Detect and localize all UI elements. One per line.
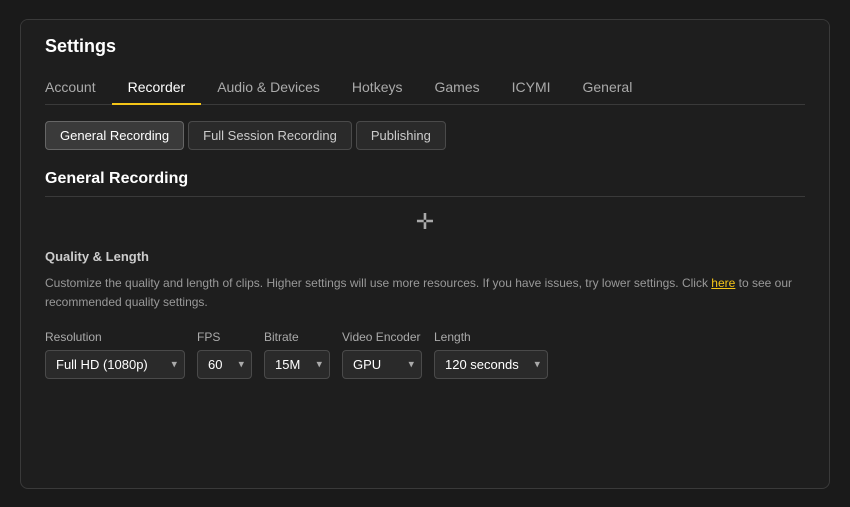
subtab-full-session[interactable]: Full Session Recording: [188, 121, 352, 150]
bitrate-control: Bitrate 5M 10M 15M 20M: [264, 330, 330, 379]
tab-icymi[interactable]: ICYMI: [496, 71, 567, 105]
resolution-label: Resolution: [45, 330, 185, 344]
tab-games[interactable]: Games: [418, 71, 495, 105]
bitrate-dropdown[interactable]: 5M 10M 15M 20M: [264, 350, 330, 379]
bitrate-dropdown-wrapper: 5M 10M 15M 20M: [264, 350, 330, 379]
length-control: Length 30 seconds 60 seconds 120 seconds…: [434, 330, 548, 379]
tab-hotkeys[interactable]: Hotkeys: [336, 71, 419, 105]
resolution-dropdown-wrapper: Full HD (1080p) HD (720p) SD (480p): [45, 350, 185, 379]
tab-audio-devices[interactable]: Audio & Devices: [201, 71, 336, 105]
resolution-control: Resolution Full HD (1080p) HD (720p) SD …: [45, 330, 185, 379]
title-bar: Settings Account Recorder Audio & Device…: [21, 20, 829, 105]
nav-tabs: Account Recorder Audio & Devices Hotkeys…: [45, 71, 805, 105]
length-label: Length: [434, 330, 548, 344]
bitrate-label: Bitrate: [264, 330, 330, 344]
tab-general[interactable]: General: [567, 71, 649, 105]
encoder-label: Video Encoder: [342, 330, 422, 344]
fps-dropdown-wrapper: 30 60: [197, 350, 252, 379]
subtab-publishing[interactable]: Publishing: [356, 121, 446, 150]
controls-row: Resolution Full HD (1080p) HD (720p) SD …: [45, 330, 805, 379]
window-title: Settings: [45, 36, 805, 57]
fps-control: FPS 30 60: [197, 330, 252, 379]
length-dropdown-wrapper: 30 seconds 60 seconds 120 seconds 180 se…: [434, 350, 548, 379]
content-area: General Recording Full Session Recording…: [21, 105, 829, 488]
description-part1: Customize the quality and length of clip…: [45, 276, 711, 290]
quality-settings-link[interactable]: here: [711, 276, 735, 290]
length-dropdown[interactable]: 30 seconds 60 seconds 120 seconds 180 se…: [434, 350, 548, 379]
encoder-dropdown-wrapper: GPU CPU: [342, 350, 422, 379]
settings-window: Settings Account Recorder Audio & Device…: [20, 19, 830, 489]
subtab-general-recording[interactable]: General Recording: [45, 121, 184, 150]
fps-label: FPS: [197, 330, 252, 344]
section-title: General Recording: [45, 170, 805, 197]
sub-tabs: General Recording Full Session Recording…: [45, 121, 805, 150]
crosshair-icon: ✛: [416, 209, 434, 235]
encoder-dropdown[interactable]: GPU CPU: [342, 350, 422, 379]
tab-recorder[interactable]: Recorder: [112, 71, 202, 105]
crosshair-area: ✛: [45, 209, 805, 235]
fps-dropdown[interactable]: 30 60: [197, 350, 252, 379]
encoder-control: Video Encoder GPU CPU: [342, 330, 422, 379]
tab-account[interactable]: Account: [45, 71, 112, 105]
subsection-title: Quality & Length: [45, 249, 805, 264]
resolution-dropdown[interactable]: Full HD (1080p) HD (720p) SD (480p): [45, 350, 185, 379]
description-text: Customize the quality and length of clip…: [45, 274, 805, 312]
